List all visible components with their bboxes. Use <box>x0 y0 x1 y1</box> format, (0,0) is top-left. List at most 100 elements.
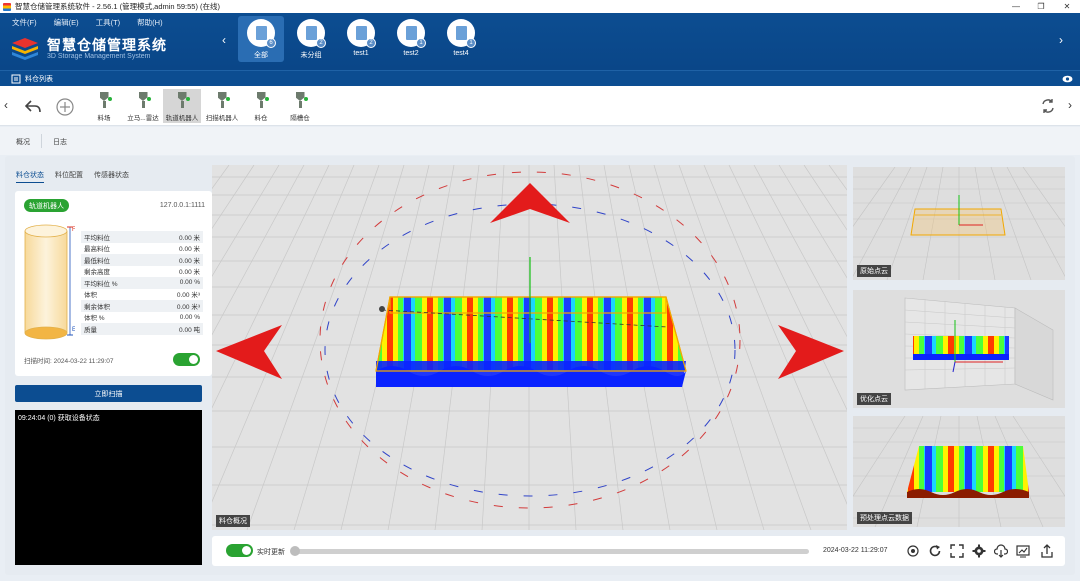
preprocessed-view[interactable]: 预处理点云数据 <box>853 416 1065 527</box>
metric-row: 体积 % 0.00 % <box>84 313 200 323</box>
group-test1[interactable]: 2 test1 <box>338 16 384 62</box>
groups-next-arrow-icon[interactable]: › <box>1059 33 1063 47</box>
metric-row: 最低料位 0.00 米 <box>81 254 203 266</box>
tab-silo-status[interactable]: 料仓状态 <box>16 170 44 183</box>
tool-rail-robot[interactable]: 轨道机器人 <box>163 89 201 123</box>
realtime-update-toggle[interactable] <box>226 544 253 557</box>
log-line: 09:24:04 (0) 获取设备状态 <box>18 415 100 422</box>
metric-row: 平均料位 % 0.00 % <box>81 277 203 289</box>
silo-status-panel: 料仓状态 料位配置 传感器状态 轨道机器人 127.0.0.1:1111 F E… <box>10 163 212 570</box>
tab-overview[interactable]: 概况 <box>16 137 30 147</box>
tool-yard[interactable]: 料场 <box>85 89 123 123</box>
online-dot-icon <box>226 97 230 101</box>
cloud-download-icon[interactable] <box>994 544 1008 558</box>
add-circle-icon[interactable] <box>56 98 74 116</box>
window-titlebar: 智慧仓储管理系统软件 - 2.56.1 (管理模式,admin 59:55) (… <box>0 0 1080 13</box>
back-arrow-icon[interactable] <box>25 100 41 114</box>
silo-list-bar: 料仓列表 <box>0 70 1080 86</box>
metric-row: 质量 0.00 吨 <box>81 323 203 335</box>
swap-arrows-icon[interactable] <box>1040 98 1056 114</box>
silo-list-title: 料仓列表 <box>25 75 53 83</box>
cylinder-top-label: F <box>72 227 75 233</box>
toolbar-next-arrow-icon[interactable]: › <box>1068 98 1072 112</box>
realtime-label: 实时更新 <box>257 549 285 556</box>
left-arrow-icon[interactable] <box>216 325 282 379</box>
window-footer <box>0 575 1080 581</box>
scan-time: 扫描时间: 2024-03-22 11:29:07 <box>24 358 114 365</box>
online-dot-icon <box>265 97 269 101</box>
tool-radar[interactable]: 立马...雷达 <box>124 89 162 123</box>
group-count-badge: 1 <box>416 38 426 48</box>
group-test4[interactable]: 1 test4 <box>438 16 484 62</box>
metrics-table: 平均料位 0.00 米 最高料位 0.00 米 最低料位 0.00 米 剩余高度 0.0… <box>81 231 203 335</box>
tab-sensor-status[interactable]: 传感器状态 <box>94 170 129 183</box>
settings-gear-icon[interactable] <box>972 544 986 558</box>
tool-label: 料仓 <box>254 115 268 122</box>
metric-row: 剩余高度 0.00 米 <box>84 269 200 277</box>
metric-row: 平均料位 0.00 米 <box>81 231 203 243</box>
scan-now-button[interactable]: 立即扫描 <box>15 385 202 402</box>
group-count-badge: 1 <box>466 38 476 48</box>
probe-icon <box>139 92 148 108</box>
tab-level-config[interactable]: 料位配置 <box>55 170 83 183</box>
probe-icon <box>296 92 305 108</box>
metric-row: 剩余体积 0.00 米³ <box>81 300 203 312</box>
left-tabs: 料仓状态 料位配置 传感器状态 <box>16 170 140 183</box>
menu-file[interactable]: 文件(F) <box>12 17 37 28</box>
tab-log[interactable]: 日志 <box>53 137 67 147</box>
online-dot-icon <box>186 97 190 101</box>
probe-icon <box>100 92 109 108</box>
tool-slot-silo[interactable]: 隔槽仓 <box>281 89 319 123</box>
online-dot-icon <box>108 97 112 101</box>
menu-help[interactable]: 帮助(H) <box>137 17 162 28</box>
close-button[interactable]: ✕ <box>1052 0 1080 13</box>
brand-title: 智慧仓储管理系统 <box>47 37 167 53</box>
group-count-badge: 6 <box>266 38 276 48</box>
timeline-slider[interactable] <box>292 549 809 554</box>
export-upload-icon[interactable] <box>1040 544 1054 558</box>
group-all[interactable]: 6 全部 <box>238 16 284 62</box>
group-ungrouped[interactable]: 2 未分组 <box>288 16 334 62</box>
main-3d-view[interactable]: 料仓概况 <box>212 165 847 530</box>
optimized-pointcloud-view[interactable]: 优化点云 <box>853 290 1065 408</box>
eye-icon[interactable] <box>1062 75 1073 83</box>
tool-label: 料场 <box>97 115 111 122</box>
tool-scan-robot[interactable]: 扫描机器人 <box>203 89 241 123</box>
robot-marker-icon <box>379 306 385 312</box>
device-type-badge: 轨道机器人 <box>24 199 69 212</box>
locate-target-icon[interactable] <box>906 544 920 558</box>
silo-3d-scene[interactable] <box>212 165 847 530</box>
optimized-pointcloud-scene <box>904 297 1054 401</box>
groups-prev-arrow-icon[interactable]: ‹ <box>222 33 226 47</box>
silo-cylinder-icon: F E <box>24 224 75 340</box>
status-card: 轨道机器人 127.0.0.1:1111 F E 平均料位 0.00 米 最高料位… <box>15 191 212 376</box>
timeline-slider-handle[interactable] <box>290 546 300 556</box>
chart-monitor-icon[interactable] <box>1016 544 1030 558</box>
list-icon <box>11 74 21 83</box>
tab-divider <box>41 134 42 148</box>
tool-silo[interactable]: 料仓 <box>242 89 280 123</box>
group-test2[interactable]: 1 test2 <box>388 16 434 62</box>
metric-row: 最高料位 0.00 米 <box>84 246 200 254</box>
probe-icon <box>218 92 227 108</box>
raw-pointcloud-scene <box>853 167 1065 280</box>
preprocessed-view-label: 预处理点云数据 <box>857 512 912 524</box>
fullscreen-icon[interactable] <box>950 544 964 558</box>
app-logo-icon <box>3 2 11 11</box>
tool-label: 轨道机器人 <box>165 115 199 122</box>
auto-scan-toggle[interactable] <box>173 353 200 366</box>
toolbar-prev-arrow-icon[interactable]: ‹ <box>4 98 8 112</box>
menu-edit[interactable]: 编辑(E) <box>54 17 79 28</box>
raw-pointcloud-view[interactable]: 原始点云 <box>853 167 1065 280</box>
menu-tools[interactable]: 工具(T) <box>96 17 121 28</box>
tool-label: 立马...雷达 <box>127 115 159 122</box>
device-ip: 127.0.0.1:1111 <box>159 202 205 209</box>
page-tabs: 概况 日志 <box>0 127 1080 155</box>
refresh-icon[interactable] <box>928 544 942 558</box>
group-label: test4 <box>453 50 469 57</box>
group-label: 未分组 <box>300 52 322 59</box>
main-view-label: 料仓概况 <box>216 515 250 527</box>
brand-logo-icon <box>12 38 38 60</box>
right-arrow-icon[interactable] <box>778 325 844 379</box>
timeline-timestamp: 2024-03-22 11:29:07 <box>823 547 888 554</box>
